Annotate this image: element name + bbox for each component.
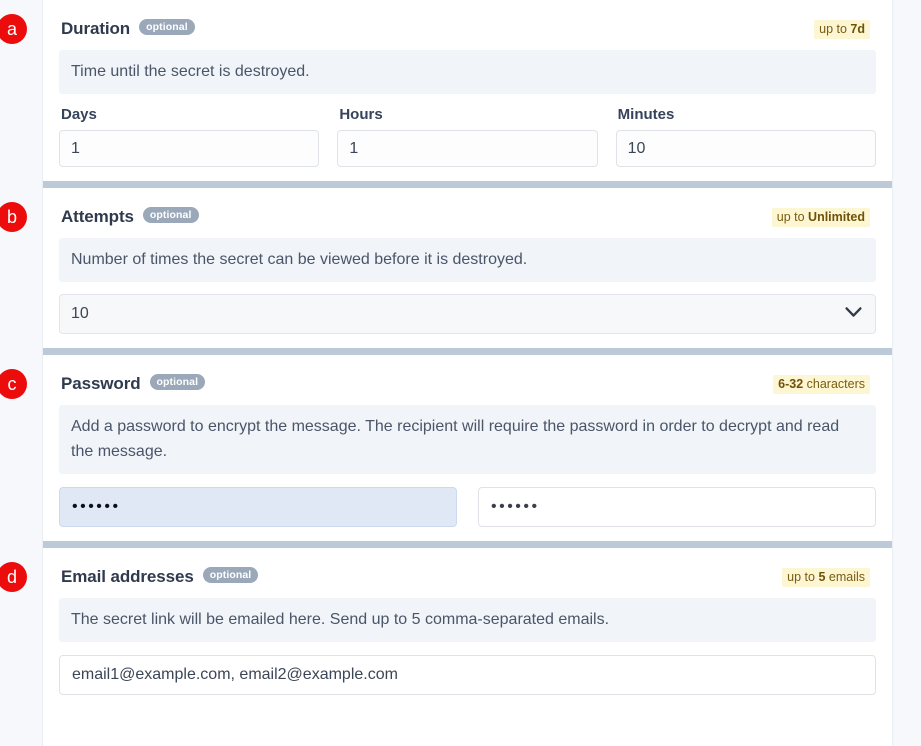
attempts-header: b Attempts optional up to Unlimited [0,198,876,236]
secret-form-page: a Duration optional up to 7d Time until … [0,0,921,746]
duration-minutes-input[interactable] [615,130,876,167]
step-letter-badge-a: a [0,14,27,44]
duration-title: Duration [61,19,131,38]
email-description: The secret link will be emailed here. Se… [59,598,876,642]
email-limit-prefix: up to [787,570,819,584]
email-title: Email addresses [61,567,194,586]
password-input[interactable]: •••••• [59,487,457,527]
duration-fields: Days Hours Minutes [59,106,876,167]
section-attempts: b Attempts optional up to Unlimited Numb… [0,188,892,348]
attempts-limit-prefix: up to [776,210,809,224]
attempts-optional-badge: optional [142,206,199,224]
section-divider-email [43,541,892,548]
duration-limit-prefix: up to [819,22,851,36]
section-divider-attempts [43,181,892,188]
password-limit-value: 6-32 [778,377,804,391]
password-description: Add a password to encrypt the message. T… [59,405,876,474]
attempts-limit-value: Unlimited [808,210,865,224]
step-letter-badge-b: b [0,202,27,232]
password-limit-suffix: characters [803,377,865,391]
password-fields: •••••• •••••• [59,487,876,527]
duration-days-label: Days [61,106,97,123]
duration-minutes-group: Minutes [615,106,876,167]
attempts-select[interactable]: 10 [59,294,876,334]
email-limit-suffix: emails [825,570,865,584]
attempts-description: Number of times the secret can be viewed… [59,238,876,282]
duration-minutes-label: Minutes [617,106,675,123]
form-card: a Duration optional up to 7d Time until … [0,0,893,746]
password-optional-badge: optional [149,373,206,391]
step-letter-badge-d: d [0,562,27,592]
email-addresses-input[interactable]: email1@example.com, email2@example.com [59,655,876,695]
duration-header: a Duration optional up to 7d [0,10,876,48]
password-title: Password [61,374,141,393]
duration-optional-badge: optional [139,18,195,36]
password-confirm-input[interactable]: •••••• [478,487,876,527]
duration-limit-value: 7d [850,22,865,36]
email-limit-badge: up to 5 emails [782,568,870,587]
duration-days-group: Days [59,106,320,167]
duration-hours-input[interactable] [337,130,598,167]
step-letter-badge-c: c [0,369,27,399]
password-header: c Password optional 6-32 characters [0,365,876,403]
duration-limit-badge: up to 7d [814,20,870,39]
email-header: d Email addresses optional up to 5 email… [0,558,876,596]
section-divider-password [43,348,892,355]
card-bottom-spacer [43,709,892,746]
attempts-select-wrap[interactable]: 10 [59,294,876,334]
section-password: c Password optional 6-32 characters Add … [0,355,892,541]
duration-hours-label: Hours [339,106,383,123]
duration-days-input[interactable] [59,130,320,167]
attempts-limit-badge: up to Unlimited [771,208,870,227]
password-limit-badge: 6-32 characters [773,375,870,394]
email-optional-badge: optional [202,566,259,584]
section-email: d Email addresses optional up to 5 email… [0,548,892,709]
duration-hours-group: Hours [337,106,598,167]
attempts-title: Attempts [61,207,134,226]
duration-description: Time until the secret is destroyed. [59,50,876,94]
section-duration: a Duration optional up to 7d Time until … [0,0,892,181]
